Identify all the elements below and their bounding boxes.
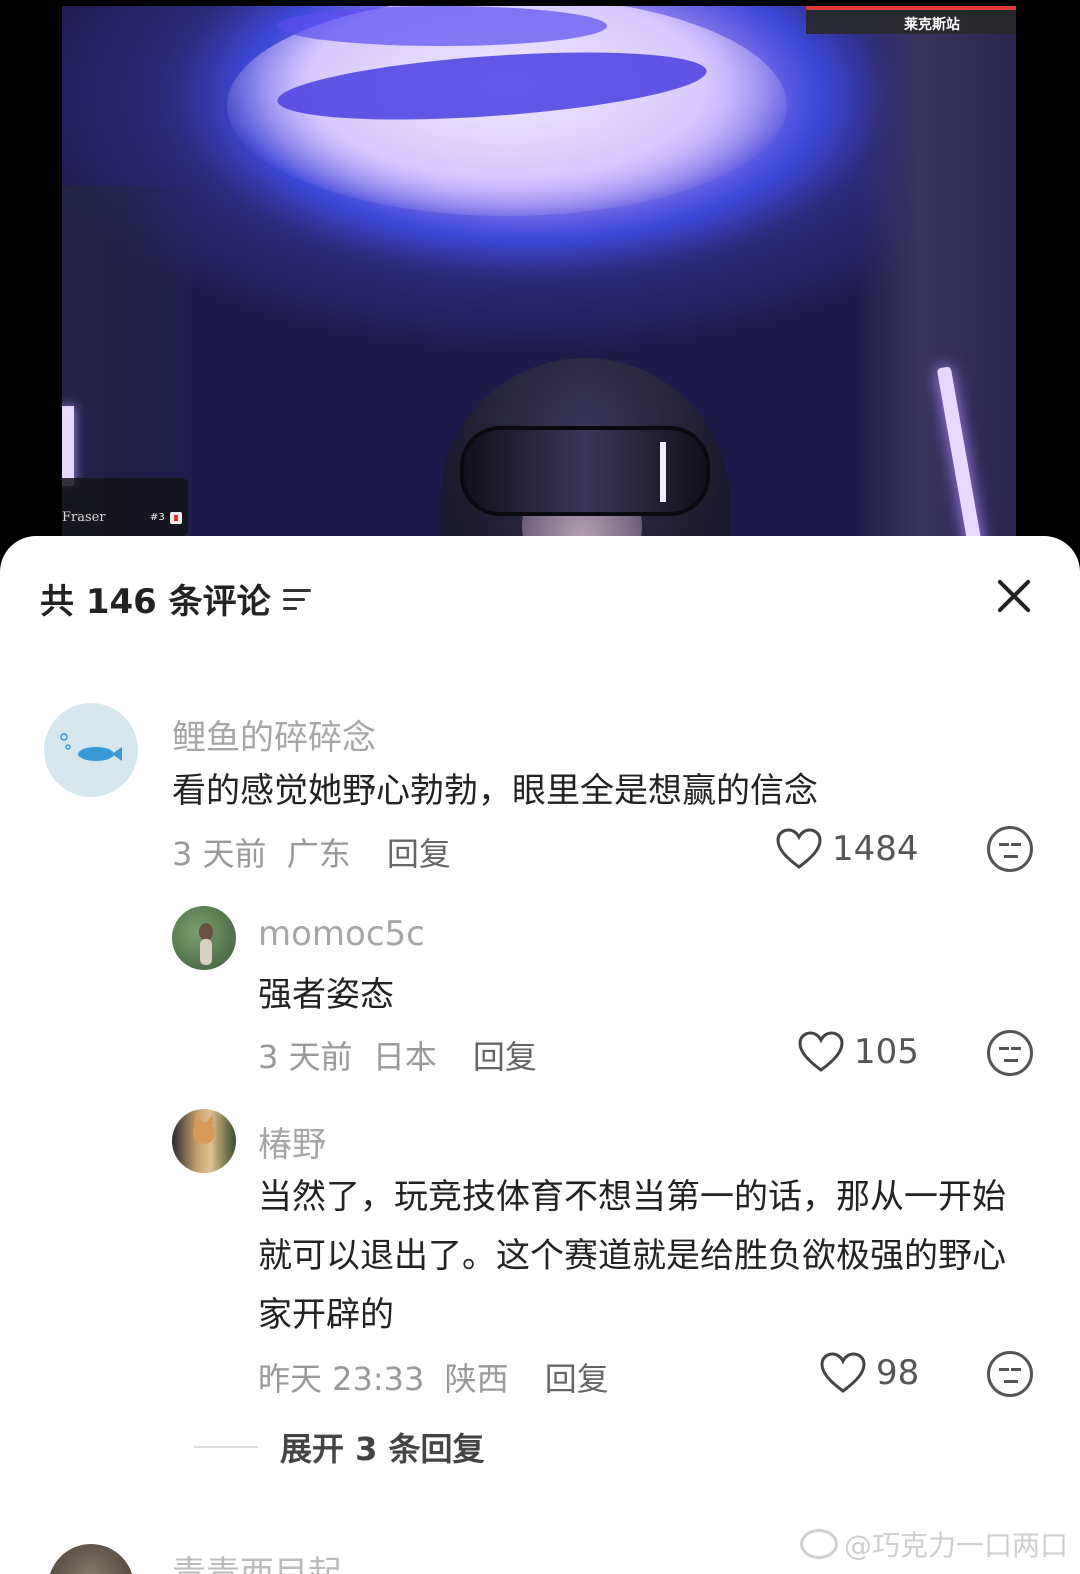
comment-username[interactable]: 青青西目起 (172, 1546, 342, 1574)
comment-location: 日本 (372, 1038, 437, 1076)
athlete-name-tag: Fraser #3 (62, 478, 188, 536)
avatar[interactable] (172, 906, 236, 970)
athlete-goggles (460, 426, 710, 516)
comment-count-header: 共 146 条评论 (40, 574, 313, 623)
divider-line (194, 1446, 258, 1448)
heart-icon (798, 1031, 844, 1072)
expand-replies-button[interactable]: 展开 3 条回复 (194, 1424, 485, 1470)
comment-text: 看的感觉她野心勃勃，眼里全是想赢的信念 (172, 771, 818, 811)
like-count: 1484 (832, 829, 919, 869)
weibo-watermark: @巧克力一口两口 (799, 1524, 1068, 1564)
like-button[interactable]: 98 (820, 1352, 919, 1394)
heart-icon (820, 1352, 866, 1393)
athlete-name: Fraser (62, 510, 106, 525)
close-icon[interactable] (994, 576, 1034, 616)
reply-button[interactable]: 回复 (387, 835, 451, 873)
right-pillar (856, 6, 1016, 566)
bib-number: #3 (150, 512, 165, 523)
avatar[interactable] (172, 1109, 236, 1173)
reply-button[interactable]: 回复 (545, 1360, 609, 1398)
avatar[interactable] (44, 703, 138, 797)
emoji-reaction-icon[interactable] (987, 1351, 1033, 1397)
comment-sheet: 共 146 条评论 鲤鱼的碎碎念 看的感觉她野心勃勃，眼里全是想赢的信念 3 天… (0, 536, 1080, 1574)
comment-time: 3 天前 (172, 835, 267, 873)
avatar[interactable] (48, 1544, 134, 1574)
filter-sort-icon[interactable] (282, 586, 313, 612)
comment-username[interactable]: 椿野 (258, 1117, 326, 1166)
weibo-logo-icon (799, 1529, 838, 1559)
comment-text: 强者姿态 (258, 975, 394, 1015)
like-button[interactable]: 105 (798, 1031, 919, 1073)
emoji-reaction-icon[interactable] (987, 1030, 1033, 1076)
comment-meta: 昨天 23:33 陕西 回复 (258, 1354, 609, 1400)
comment-time: 昨天 23:33 (258, 1360, 425, 1398)
cat-photo-icon (193, 1115, 215, 1144)
like-count: 105 (854, 1032, 919, 1072)
comment-time: 3 天前 (258, 1038, 353, 1076)
like-count: 98 (876, 1353, 920, 1393)
left-light-bar (62, 406, 74, 486)
watermark-text: @巧克力一口两口 (843, 1529, 1068, 1562)
comment-location: 陕西 (444, 1360, 509, 1398)
comment-text: 当然了，玩竞技体育不想当第一的话，那从一开始就可以退出了。这个赛道就是给胜负欲极… (258, 1177, 1006, 1335)
person-photo-icon (199, 923, 213, 965)
comment-username[interactable]: momoc5c (258, 914, 425, 954)
reply-button[interactable]: 回复 (473, 1038, 537, 1076)
broadcast-label: 莱克斯站 (904, 17, 960, 33)
broadcast-overlay: 莱克斯站 (806, 6, 1016, 34)
video-player[interactable] (62, 6, 1016, 566)
comment-username[interactable]: 鲤鱼的碎碎念 (172, 710, 376, 759)
fish-icon (60, 733, 122, 761)
comment-location: 广东 (286, 835, 351, 873)
like-button[interactable]: 1484 (776, 828, 919, 870)
comment-meta: 3 天前 广东 回复 (172, 829, 451, 875)
lamp-stripe-top (277, 6, 607, 46)
comment-count-title: 共 146 条评论 (40, 582, 271, 622)
heart-icon (776, 828, 822, 869)
expand-replies-label: 展开 3 条回复 (280, 1430, 485, 1468)
emoji-reaction-icon[interactable] (987, 826, 1033, 872)
comment-meta: 3 天前 日本 回复 (258, 1032, 537, 1078)
canada-flag-icon (170, 512, 182, 524)
